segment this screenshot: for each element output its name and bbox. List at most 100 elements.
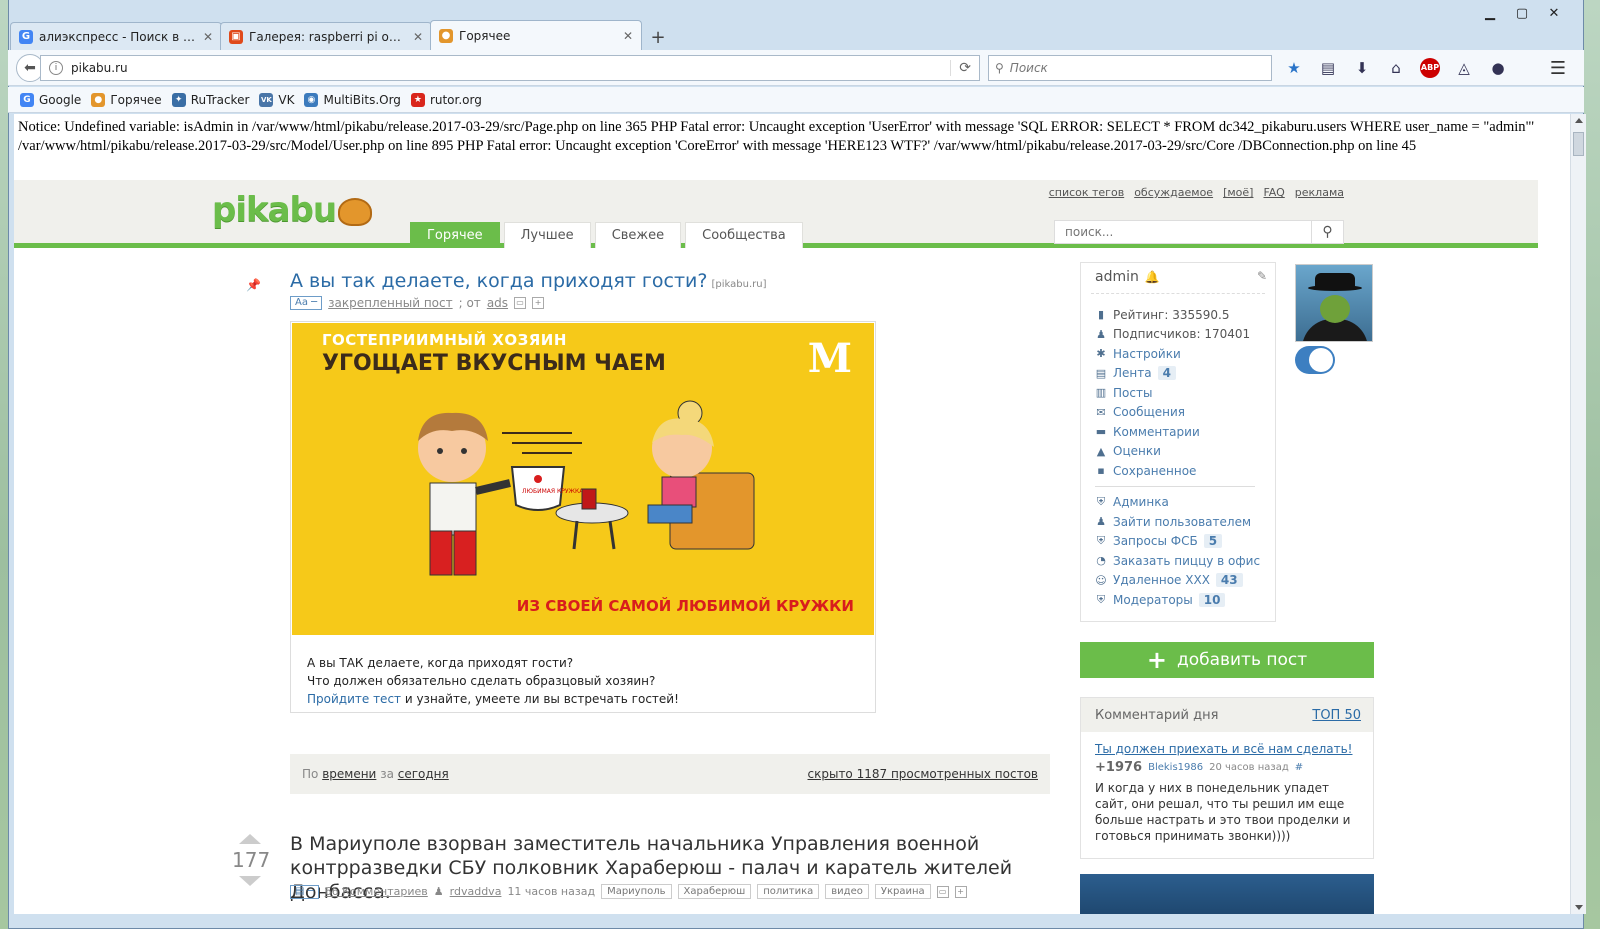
url-text[interactable]: pikabu.ru [71,61,942,75]
bookmark-rutor[interactable]: ★ rutor.org [410,92,482,107]
menu-item-feed[interactable]: ▤ Лента 4 [1095,364,1260,384]
close-tab-icon[interactable]: ✕ [623,29,633,43]
menu-item-saved[interactable]: ▪ Сохраненное [1095,461,1260,481]
reload-icon[interactable]: ⟳ [950,59,971,76]
menu-item-moderators[interactable]: ⛨ Модераторы 10 [1095,590,1260,610]
username[interactable]: admin 🔔 [1095,269,1160,285]
tag-ukraine[interactable]: Украина [874,884,931,899]
bookmark-goryachee[interactable]: ● Горячее [91,92,162,107]
sort-time-link[interactable]: времени [322,767,376,781]
expand-icon[interactable]: + [532,297,545,309]
minimize-button[interactable]: ▁ [1475,2,1505,24]
menu-item-order-pizza[interactable]: ◔ Заказать пиццу в офис [1095,551,1260,571]
tab-best[interactable]: Лучшее [503,222,591,248]
font-size-button[interactable]: Аа ─ [290,296,323,310]
save-icon[interactable]: ▭ [514,297,527,309]
ad-image[interactable]: ГОСТЕПРИИМНЫЙ ХОЗЯИН УГОЩАЕТ ВКУСНЫМ ЧАЕ… [292,323,874,635]
theme-toggle[interactable] [1295,346,1335,374]
add-post-button[interactable]: + добавить пост [1080,642,1374,678]
scroll-thumb[interactable] [1573,132,1584,156]
sidebar-banner[interactable] [1080,874,1374,914]
bookmark-vk[interactable]: VK VK [259,92,294,107]
sync-icon[interactable]: ◬ [1454,58,1474,78]
tab-fresh[interactable]: Свежее [594,222,682,248]
tab-aliexpress-search[interactable]: G алиэкспресс - Поиск в Go... ✕ [10,22,222,50]
menu-item-messages[interactable]: ✉ Сообщения [1095,403,1260,423]
menu-item-deleted-xxx[interactable]: ☺ Удаленное XXX 43 [1095,571,1260,591]
downvote-arrow-icon[interactable] [239,876,261,886]
avatar[interactable] [1295,264,1373,342]
menu-item-admin[interactable]: ⛨ Админка [1095,493,1260,513]
hidden-posts-link[interactable]: скрыто 1187 просмотренных постов [808,767,1039,781]
browser-search-input[interactable]: ⚲ Поиск [988,54,1272,81]
menu-item-posts[interactable]: ▥ Посты [1095,383,1260,403]
close-tab-icon[interactable]: ✕ [413,30,423,44]
post-source: [pikabu.ru] [711,279,767,290]
menu-item-label: Комментарии [1113,424,1200,439]
tab-gallery[interactable]: ▣ Галерея: raspberri pi опто... ✕ [220,22,432,50]
tag-mariupol[interactable]: Мариуполь [601,884,672,899]
search-icon[interactable]: ⚲ [1311,221,1343,243]
post-title-text[interactable]: А вы так делаете, когда приходят гости? [290,270,707,292]
bookmark-rutracker[interactable]: ✦ RuTracker [171,92,249,107]
chat-icon[interactable]: ● [1488,58,1508,78]
menu-item-fsb-requests[interactable]: ⛨ Запросы ФСБ 5 [1095,532,1260,552]
pikabu-logo[interactable]: pikabu [212,190,373,230]
link-mine[interactable]: [моё] [1223,186,1253,199]
cotd-permalink[interactable]: # [1295,762,1303,773]
menu-item-comments[interactable]: ▬ Комментарии [1095,422,1260,442]
close-tab-icon[interactable]: ✕ [203,30,213,44]
bell-icon[interactable]: 🔔 [1145,270,1160,284]
bookmark-star-icon[interactable]: ★ [1284,58,1304,78]
tag-haraberyush[interactable]: Хараберюш [677,884,752,899]
bookmark-google[interactable]: G Google [20,92,81,107]
top50-link[interactable]: ТОП 50 [1312,708,1361,723]
menu-item-label: Сохраненное [1113,463,1197,478]
shield-icon: ⛨ [1096,495,1106,509]
pin-icon[interactable]: ✎ [1257,269,1267,283]
take-test-link[interactable]: Пройдите тест [307,692,401,706]
font-size-button[interactable]: ▤ ─ [290,884,319,899]
home-icon[interactable]: ⌂ [1386,58,1406,78]
tab-hot[interactable]: Горячее [410,222,500,248]
scroll-up-arrow-icon[interactable] [1575,118,1583,123]
tag-politics[interactable]: политика [757,884,820,899]
adblock-icon[interactable]: ABP [1420,57,1440,78]
vertical-scrollbar[interactable] [1570,114,1586,914]
new-tab-button[interactable]: + [646,24,670,50]
pinned-post-link[interactable]: закрепленный пост [328,296,452,310]
link-tags-list[interactable]: список тегов [1049,186,1124,199]
hamburger-menu-icon[interactable]: ☰ [1550,58,1566,79]
scroll-down-arrow-icon[interactable] [1575,905,1583,910]
expand-icon[interactable]: + [954,885,967,898]
tab-goryachee[interactable]: ● Горячее ✕ [430,20,642,50]
ad-text: А вы ТАК делаете, когда приходят гости? … [307,654,679,708]
cotd-author[interactable]: Blekis1986 [1148,762,1203,773]
maximize-button[interactable]: ▢ [1507,2,1537,24]
post-title[interactable]: А вы так делаете, когда приходят гости? [… [290,270,766,292]
author-link[interactable]: ads [487,296,508,310]
menu-item-login-as-user[interactable]: ♟ Зайти пользователем [1095,512,1260,532]
tag-video[interactable]: видео [825,884,869,899]
author-link[interactable]: rdvaddva [450,885,502,898]
tab-communities[interactable]: Сообщества [685,222,803,248]
site-search-input[interactable] [1055,221,1311,243]
site-header: pikabu список тегов обсуждаемое [моё] FA… [14,180,1538,248]
bookmark-multibits[interactable]: ◉ MultiBits.Org [304,92,401,107]
cotd-post-link[interactable]: Ты должен приехать и всё нам сделать! [1095,742,1352,756]
username-text[interactable]: admin [1095,269,1139,285]
link-discussed[interactable]: обсуждаемое [1134,186,1213,199]
comments-link[interactable]: 66 Комментариев [325,885,428,898]
link-ads[interactable]: реклама [1295,186,1344,199]
download-icon[interactable]: ⬇ [1352,58,1372,78]
link-faq[interactable]: FAQ [1263,186,1284,199]
sort-period-link[interactable]: сегодня [398,767,449,781]
reading-list-icon[interactable]: ▤ [1318,58,1338,78]
menu-item-ratings[interactable]: ▲ Оценки [1095,442,1260,462]
info-icon[interactable]: i [49,60,63,75]
close-window-button[interactable]: ✕ [1539,2,1569,24]
menu-item-settings[interactable]: ✱ Настройки [1095,344,1260,364]
url-bar[interactable]: i pikabu.ru ⟳ [40,54,980,81]
upvote-arrow-icon[interactable] [239,834,261,844]
save-icon[interactable]: ▭ [936,885,949,898]
